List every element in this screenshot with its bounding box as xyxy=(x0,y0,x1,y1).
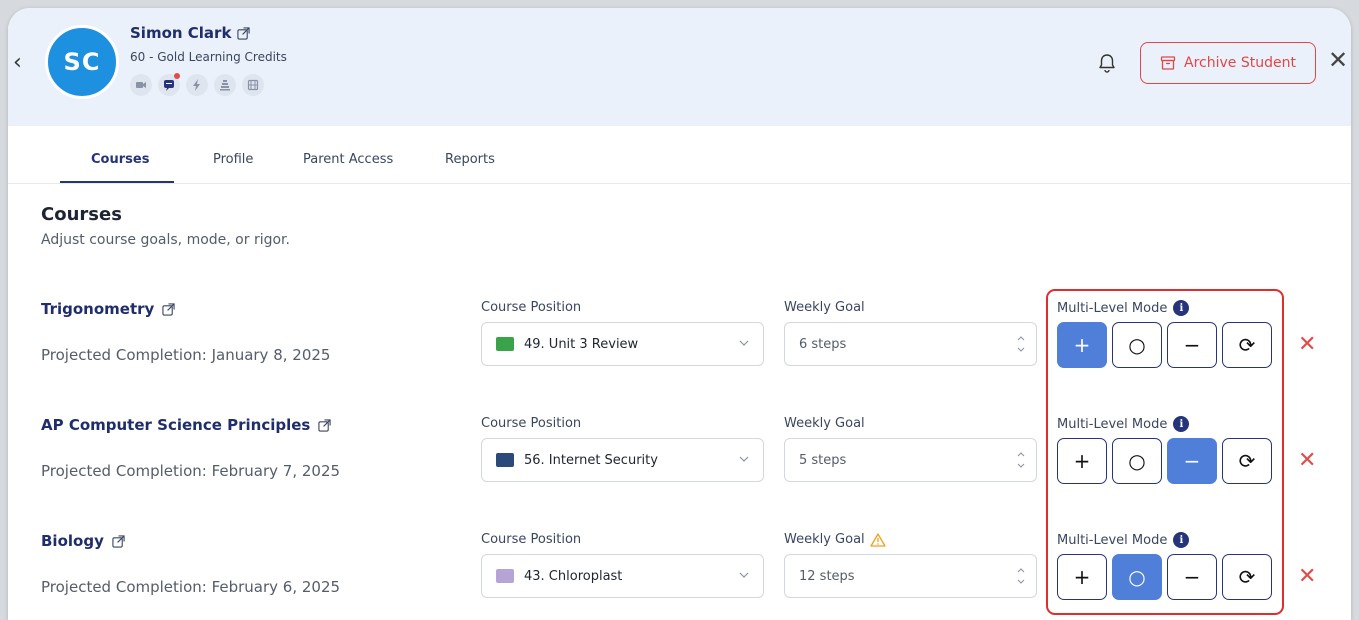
stepper-icon[interactable] xyxy=(1016,447,1026,473)
course-position-select[interactable]: 56. Internet Security xyxy=(481,438,764,482)
course-name-row: AP Computer Science Principles xyxy=(41,416,331,434)
student-header: ‹ SC Simon Clark 60 - Gold Learning Cred… xyxy=(8,8,1351,126)
weekly-goal-value: 6 steps xyxy=(799,336,847,352)
weekly-goal-input[interactable]: 5 steps xyxy=(784,438,1037,482)
weekly-goal-label: Weekly Goal xyxy=(784,532,886,547)
section-title: Courses xyxy=(41,204,122,225)
course-position-label: Course Position xyxy=(481,416,582,431)
chat-icon[interactable] xyxy=(158,73,180,96)
tab-profile[interactable]: Profile xyxy=(213,152,253,167)
avatar: SC xyxy=(45,25,119,99)
course-name-row: Trigonometry xyxy=(41,300,175,318)
weekly-goal-value: 5 steps xyxy=(799,452,847,468)
projected-completion: Projected Completion: February 7, 2025 xyxy=(41,462,341,480)
tab-bar: Courses Profile Parent Access Reports xyxy=(8,126,1351,184)
archive-student-label: Archive Student xyxy=(1184,55,1296,71)
back-button[interactable]: ‹ xyxy=(13,52,27,76)
course-thumbnail xyxy=(496,337,514,351)
external-link-icon[interactable] xyxy=(112,534,125,548)
section-subtitle: Adjust course goals, mode, or rigor. xyxy=(41,232,290,248)
student-panel: ‹ SC Simon Clark 60 - Gold Learning Cred… xyxy=(8,8,1351,620)
chevron-down-icon xyxy=(739,572,749,578)
archive-icon xyxy=(1160,56,1176,70)
learning-credits: 60 - Gold Learning Credits xyxy=(130,50,287,64)
weekly-goal-label-text: Weekly Goal xyxy=(784,532,865,547)
tab-courses[interactable]: Courses xyxy=(91,152,149,167)
student-status-icons xyxy=(130,73,264,96)
projected-completion: Projected Completion: February 6, 2025 xyxy=(41,578,341,596)
chevron-down-icon xyxy=(739,340,749,346)
film-icon[interactable] xyxy=(242,74,264,96)
tab-reports[interactable]: Reports xyxy=(445,152,495,167)
weekly-goal-label-text: Weekly Goal xyxy=(784,300,865,315)
student-name-row: Simon Clark xyxy=(130,24,251,42)
remove-course-button[interactable]: ✕ xyxy=(1298,450,1316,472)
course-position-label: Course Position xyxy=(481,532,582,547)
video-icon[interactable] xyxy=(130,74,152,96)
course-position-select[interactable]: 43. Chloroplast xyxy=(481,554,764,598)
close-button[interactable]: ✕ xyxy=(1328,48,1348,72)
course-position-select[interactable]: 49. Unit 3 Review xyxy=(481,322,764,366)
weekly-goal-label-text: Weekly Goal xyxy=(784,416,865,431)
course-thumbnail xyxy=(496,569,514,583)
weekly-goal-input[interactable]: 12 steps xyxy=(784,554,1037,598)
student-name: Simon Clark xyxy=(130,24,232,42)
course-name[interactable]: Trigonometry xyxy=(41,300,154,318)
weekly-goal-input[interactable]: 6 steps xyxy=(784,322,1037,366)
tab-parent-access[interactable]: Parent Access xyxy=(303,152,393,167)
bolt-icon[interactable] xyxy=(186,74,208,96)
external-link-icon[interactable] xyxy=(318,418,331,432)
course-name-row: Biology xyxy=(41,532,125,550)
course-position-value: 43. Chloroplast xyxy=(524,568,623,584)
weekly-goal-label: Weekly Goal xyxy=(784,416,865,431)
course-name[interactable]: AP Computer Science Principles xyxy=(41,416,310,434)
course-thumbnail xyxy=(496,453,514,467)
remove-course-button[interactable]: ✕ xyxy=(1298,334,1316,356)
chevron-down-icon xyxy=(739,456,749,462)
active-tab-indicator xyxy=(60,181,174,183)
course-position-value: 56. Internet Security xyxy=(524,452,658,468)
remove-course-button[interactable]: ✕ xyxy=(1298,566,1316,588)
stepper-icon[interactable] xyxy=(1016,331,1026,357)
external-link-icon[interactable] xyxy=(162,302,175,316)
stack-icon[interactable] xyxy=(214,74,236,96)
bell-icon[interactable] xyxy=(1097,52,1117,74)
weekly-goal-value: 12 steps xyxy=(799,568,855,584)
external-link-icon[interactable] xyxy=(237,26,251,40)
warning-icon xyxy=(870,532,886,547)
weekly-goal-label: Weekly Goal xyxy=(784,300,865,315)
course-position-value: 49. Unit 3 Review xyxy=(524,336,639,352)
stepper-icon[interactable] xyxy=(1016,563,1026,589)
notification-dot xyxy=(174,73,180,79)
course-position-label: Course Position xyxy=(481,300,582,315)
multi-level-mode-highlight xyxy=(1046,289,1284,615)
course-name[interactable]: Biology xyxy=(41,532,104,550)
projected-completion: Projected Completion: January 8, 2025 xyxy=(41,346,331,364)
archive-student-button[interactable]: Archive Student xyxy=(1140,42,1316,84)
